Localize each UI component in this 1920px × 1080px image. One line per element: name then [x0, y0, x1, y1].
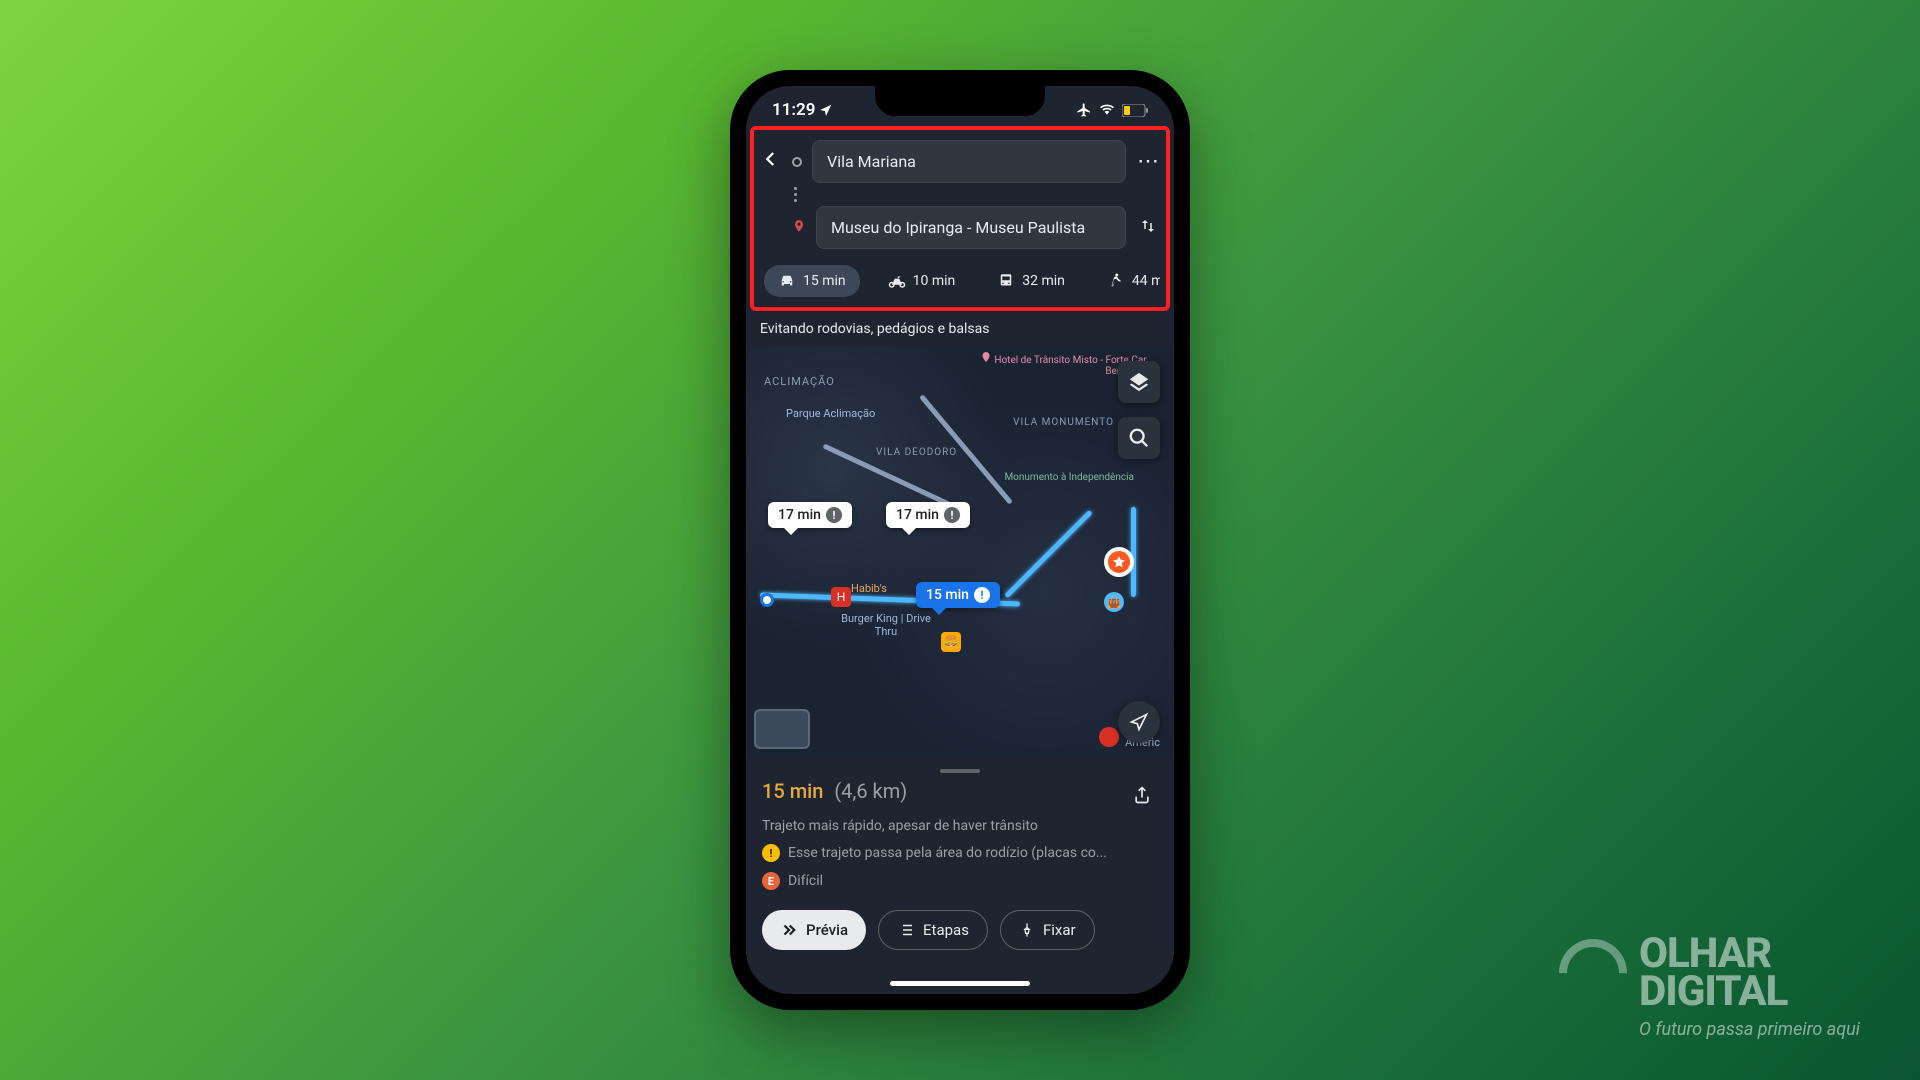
streetview-thumbnail[interactable]	[754, 709, 810, 749]
parking-badge-icon: E	[762, 872, 780, 890]
avoiding-text: Evitando rodovias, pedágios e balsas	[746, 311, 1174, 347]
origin-marker-icon	[792, 157, 802, 167]
phone-screen: 11:29 Vila Mariana ⋯	[746, 86, 1174, 994]
status-time: 11:29	[772, 100, 815, 120]
mode-motorcycle[interactable]: 10 min	[874, 265, 970, 297]
share-icon	[1132, 785, 1152, 805]
warning-icon: !	[826, 507, 842, 523]
layers-icon	[1128, 371, 1150, 393]
home-indicator[interactable]	[890, 981, 1030, 986]
transport-mode-tabs: 15 min 10 min 32 min 44 m	[760, 255, 1160, 301]
destination-pin-icon	[792, 218, 806, 237]
poi-bk-icon[interactable]: 🍔	[941, 632, 961, 652]
transit-icon	[997, 272, 1015, 290]
route-time-bubble-primary[interactable]: 15 min !	[916, 582, 1000, 608]
route-description: Trajeto mais rápido, apesar de haver trâ…	[762, 818, 1158, 834]
mode-walk[interactable]: 44 m	[1093, 265, 1160, 297]
map-area-label: VILA MONUMENTO	[1013, 417, 1114, 428]
map-search-button[interactable]	[1118, 417, 1160, 459]
route-summary-panel[interactable]: 15 min (4,6 km) Trajeto mais rápido, ape…	[746, 757, 1174, 970]
battery-icon	[1122, 104, 1148, 117]
destination-input[interactable]: Museu do Ipiranga - Museu Paulista	[816, 206, 1126, 249]
location-arrow-icon	[819, 103, 833, 117]
list-icon	[897, 921, 915, 939]
route-time-bubble[interactable]: 17 min !	[768, 502, 852, 528]
notch	[875, 86, 1045, 116]
mode-transit-time: 32 min	[1022, 273, 1065, 289]
map-poi-label: Habib's	[851, 582, 887, 595]
preview-button[interactable]: Prévia	[762, 910, 866, 950]
airplane-icon	[1076, 102, 1092, 118]
route-time-bubble[interactable]: 17 min !	[886, 502, 970, 528]
chevrons-icon	[780, 921, 798, 939]
origin-marker	[760, 593, 774, 607]
layers-button[interactable]	[1118, 361, 1160, 403]
map[interactable]: ACLIMAÇÃO VILA MONUMENTO VILA DEODORO Pa…	[746, 347, 1174, 757]
drag-handle[interactable]	[940, 769, 980, 773]
map-area-label: VILA DEODORO	[876, 447, 957, 458]
map-area-label: ACLIMAÇÃO	[764, 375, 835, 388]
walk-icon	[1107, 272, 1125, 290]
phone-frame: 11:29 Vila Mariana ⋯	[730, 70, 1190, 1010]
swap-button[interactable]	[1136, 217, 1160, 239]
pin-icon	[1019, 922, 1035, 938]
wifi-icon	[1098, 103, 1116, 117]
route-warning-rodizio: ! Esse trajeto passa pela área do rodízi…	[762, 844, 1158, 862]
poi-shop-icon[interactable]: 👜	[1104, 592, 1124, 612]
car-icon	[778, 272, 796, 290]
mode-motorcycle-time: 10 min	[913, 273, 956, 289]
steps-button[interactable]: Etapas	[878, 910, 988, 950]
tutorial-highlight: Vila Mariana ⋯ Museu do Ipiranga - Museu…	[750, 126, 1170, 311]
map-poi-label: Burger King | Drive Thru	[836, 612, 936, 638]
watermark: OLHAR DIGITAL O futuro passa primeiro aq…	[1559, 935, 1860, 1040]
locate-button[interactable]	[1118, 701, 1160, 743]
destination-marker	[1104, 547, 1134, 577]
warning-icon: !	[974, 587, 990, 603]
warning-badge-icon: !	[762, 844, 780, 862]
map-poi-label: Monumento à Independência	[1004, 472, 1134, 483]
motorcycle-icon	[888, 272, 906, 290]
pin-button[interactable]: Fixar	[1000, 910, 1095, 950]
navigation-icon	[1129, 712, 1149, 732]
warning-icon: !	[944, 507, 960, 523]
mode-car-time: 15 min	[803, 273, 846, 289]
map-poi-label: Parque Aclimação	[786, 407, 875, 420]
origin-input[interactable]: Vila Mariana	[812, 140, 1126, 183]
mode-transit[interactable]: 32 min	[983, 265, 1079, 297]
route-parking-difficulty: E Difícil	[762, 872, 1158, 890]
more-options-button[interactable]: ⋯	[1136, 149, 1160, 174]
mode-car[interactable]: 15 min	[764, 265, 860, 297]
route-connector-icon	[792, 187, 799, 202]
search-icon	[1128, 427, 1150, 449]
mode-walk-time: 44 m	[1132, 273, 1160, 289]
poi-store-icon[interactable]	[1099, 727, 1119, 747]
brand-circle-icon	[1545, 925, 1641, 1021]
share-button[interactable]	[1126, 779, 1158, 815]
route-time-distance: 15 min (4,6 km)	[762, 779, 907, 803]
poi-habibs-icon[interactable]: H	[831, 587, 851, 607]
back-button[interactable]	[760, 149, 782, 174]
